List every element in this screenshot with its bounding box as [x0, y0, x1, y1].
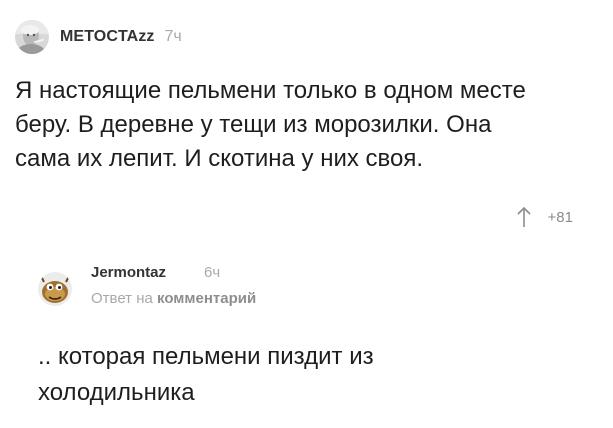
- comment-author[interactable]: METOCTAzz: [60, 28, 155, 46]
- reply-text: .. которая пельмени пиздит из холодильни…: [38, 339, 598, 411]
- reply-time: 6ч: [204, 264, 221, 281]
- comment-text-line: сама их лепит. И скотина у них своя.: [15, 145, 424, 172]
- avatar-creature-icon: [38, 272, 72, 306]
- reply-to-comment-link[interactable]: комментарий: [157, 290, 256, 307]
- arrow-up-icon[interactable]: [516, 206, 532, 228]
- comment-text: Я настоящие пельмени только в одном мест…: [15, 74, 610, 176]
- reply-author[interactable]: Jermontaz: [91, 264, 166, 281]
- reply-avatar[interactable]: [38, 272, 72, 306]
- comment-text-line: Я настоящие пельмени только в одном мест…: [15, 77, 526, 104]
- reply-to-prefix: Ответ на: [91, 290, 153, 307]
- rating-value: +81: [547, 208, 573, 226]
- avatar[interactable]: [15, 20, 49, 54]
- reply-to-line: Ответ на комментарий: [91, 290, 256, 307]
- comment-text-line: беру. В деревне у тещи из морозилки. Она: [15, 111, 492, 138]
- reply-text-line: холодильника: [38, 379, 195, 406]
- comment-header: METOCTAzz 7ч: [15, 20, 182, 54]
- reply-text-line: .. которая пельмени пиздит из: [38, 343, 374, 370]
- comment-time: 7ч: [164, 28, 182, 45]
- comment-rating: +81: [516, 206, 573, 228]
- avatar-portrait-icon: [15, 20, 49, 54]
